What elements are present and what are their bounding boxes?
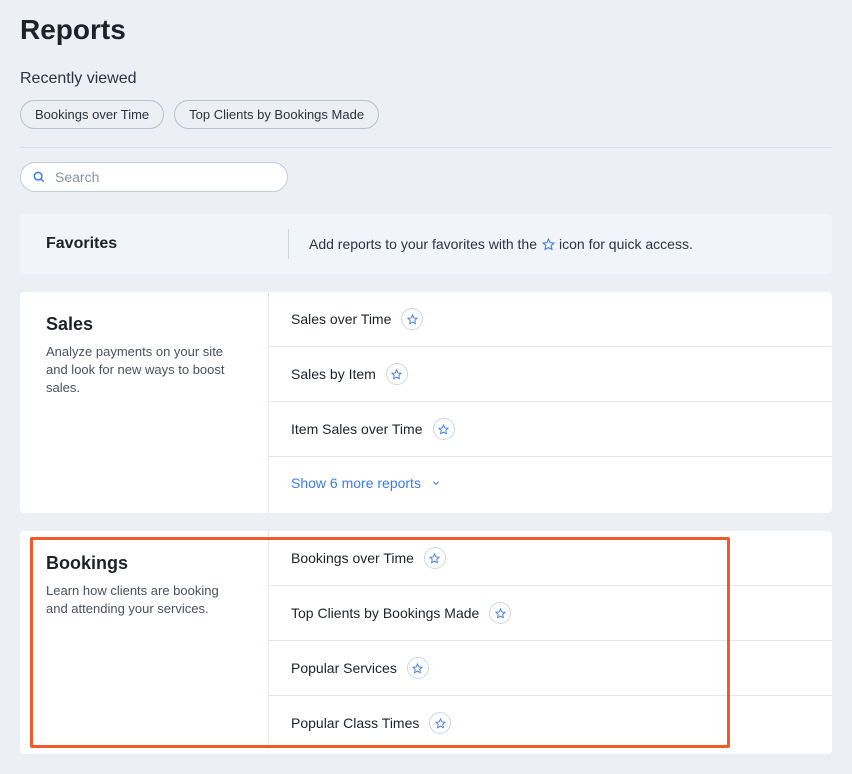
page-title: Reports [20,14,832,46]
favorite-toggle[interactable] [386,363,408,385]
recently-viewed-chips: Bookings over Time Top Clients by Bookin… [20,100,832,129]
report-row[interactable]: Item Sales over Time [269,402,832,457]
section-sales: Sales Analyze payments on your site and … [20,292,832,513]
favorites-hint: Add reports to your favorites with the i… [309,236,693,252]
show-more-button[interactable]: Show 6 more reports [269,457,832,513]
chip-top-clients-by-bookings[interactable]: Top Clients by Bookings Made [174,100,379,129]
favorite-toggle[interactable] [401,308,423,330]
favorites-hint-pre: Add reports to your favorites with the [309,236,537,252]
favorites-bar: Favorites Add reports to your favorites … [20,214,832,274]
report-name: Sales by Item [291,366,376,382]
report-row[interactable]: Bookings over Time [269,531,832,586]
favorite-toggle[interactable] [407,657,429,679]
report-row[interactable]: Sales by Item [269,347,832,402]
section-bookings: Bookings Learn how clients are booking a… [20,531,832,754]
recently-viewed-label: Recently viewed [20,70,832,88]
section-sales-desc: Analyze payments on your site and look f… [46,343,242,398]
divider [20,147,832,148]
favorite-toggle[interactable] [424,547,446,569]
chip-bookings-over-time[interactable]: Bookings over Time [20,100,164,129]
star-icon [541,237,555,251]
section-sales-title: Sales [46,314,242,335]
favorite-toggle[interactable] [429,712,451,734]
search-icon [32,170,46,184]
report-row[interactable]: Top Clients by Bookings Made [269,586,832,641]
report-row[interactable]: Popular Services [269,641,832,696]
favorites-title: Favorites [20,235,288,253]
favorites-divider [288,229,289,259]
favorite-toggle[interactable] [489,602,511,624]
search-field[interactable] [20,162,288,192]
report-row[interactable]: Sales over Time [269,292,832,347]
report-row[interactable]: Popular Class Times [269,696,832,750]
favorites-hint-post: icon for quick access. [559,236,693,252]
report-name: Bookings over Time [291,550,414,566]
report-name: Item Sales over Time [291,421,423,437]
chevron-down-icon [431,478,441,488]
report-name: Popular Class Times [291,715,419,731]
section-bookings-title: Bookings [46,553,242,574]
report-name: Sales over Time [291,311,391,327]
show-more-label: Show 6 more reports [291,475,421,491]
report-name: Top Clients by Bookings Made [291,605,479,621]
search-input[interactable] [20,162,288,192]
section-bookings-desc: Learn how clients are booking and attend… [46,582,242,618]
favorite-toggle[interactable] [433,418,455,440]
report-name: Popular Services [291,660,397,676]
